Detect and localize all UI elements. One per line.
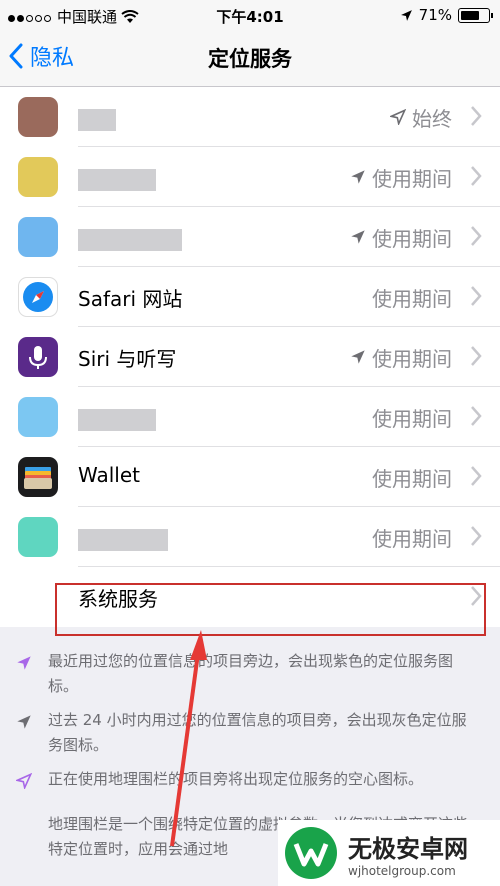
app-row[interactable]: 使用期间 bbox=[0, 147, 500, 207]
app-row[interactable]: 始终 bbox=[0, 87, 500, 147]
watermark-logo-icon bbox=[285, 827, 337, 879]
chevron-right-icon bbox=[471, 406, 482, 426]
app-name: Siri 与听写 bbox=[78, 347, 177, 371]
wallet-icon bbox=[18, 457, 58, 497]
app-location-value: 使用期间 bbox=[372, 287, 452, 311]
app-row-wallet[interactable]: Wallet 使用期间 bbox=[0, 447, 500, 507]
watermark-url: wjhotelgroup.com bbox=[348, 863, 456, 878]
status-right: 71% bbox=[400, 6, 493, 24]
compass-icon bbox=[18, 277, 58, 317]
chevron-right-icon bbox=[471, 526, 482, 546]
app-row-safari[interactable]: Safari 网站 使用期间 bbox=[0, 267, 500, 327]
app-icon bbox=[18, 397, 58, 437]
app-name: Wallet bbox=[78, 463, 141, 487]
app-location-value: 使用期间 bbox=[372, 467, 452, 491]
app-icon bbox=[18, 217, 58, 257]
chevron-right-icon bbox=[471, 346, 482, 366]
battery-icon bbox=[458, 7, 493, 23]
chevron-right-icon bbox=[471, 226, 482, 246]
app-name: Safari 网站 bbox=[78, 287, 183, 311]
app-row[interactable]: 使用期间 bbox=[0, 387, 500, 447]
app-location-value: 使用期间 bbox=[372, 527, 452, 551]
legend-outline: 正在使用地理围栏的项目旁将出现定位服务的空心图标。 bbox=[0, 767, 500, 792]
legend-purple: 最近用过您的位置信息的项目旁边，会出现紫色的定位服务图标。 bbox=[0, 649, 500, 699]
app-icon bbox=[18, 517, 58, 557]
app-row[interactable]: 使用期间 bbox=[0, 507, 500, 567]
location-arrow-icon bbox=[350, 166, 366, 190]
battery-percent: 71% bbox=[418, 6, 452, 24]
page-title: 定位服务 bbox=[208, 47, 292, 71]
app-location-value: 使用期间 bbox=[372, 407, 452, 431]
app-name-redacted bbox=[78, 529, 168, 551]
location-arrow-icon bbox=[350, 226, 366, 250]
app-name-redacted bbox=[78, 409, 156, 431]
app-icon bbox=[18, 97, 58, 137]
app-name-redacted bbox=[78, 229, 182, 251]
app-icon bbox=[18, 157, 58, 197]
chevron-right-icon bbox=[471, 286, 482, 306]
location-arrow-gray-icon bbox=[17, 715, 31, 729]
app-location-value: 使用期间 bbox=[350, 163, 452, 192]
location-arrow-icon bbox=[388, 106, 407, 130]
chevron-right-icon bbox=[471, 466, 482, 486]
legend-gray: 过去 24 小时内用过您的位置信息的项目旁，会出现灰色定位服务图标。 bbox=[0, 708, 500, 758]
location-arrow-outline-icon bbox=[16, 773, 32, 789]
nav-bar: 隐私 定位服务 bbox=[0, 30, 500, 87]
app-name-redacted bbox=[78, 109, 116, 131]
app-location-value: 使用期间 bbox=[350, 223, 452, 252]
chevron-right-icon bbox=[471, 106, 482, 126]
app-name-redacted bbox=[78, 169, 156, 191]
watermark-brand: 无极安卓网 bbox=[348, 834, 468, 863]
microphone-icon bbox=[18, 337, 58, 377]
highlight-box bbox=[55, 583, 486, 636]
app-location-value: 使用期间 bbox=[350, 343, 452, 372]
watermark: 无极安卓网 wjhotelgroup.com bbox=[278, 820, 500, 886]
app-location-value: 始终 bbox=[388, 103, 452, 132]
status-bar: 中国联通 下午4:01 71% bbox=[0, 0, 500, 30]
location-arrow-purple-icon bbox=[17, 656, 31, 670]
app-list: 始终 使用期间 使用期间 Safari 网站 使用期间 Siri 与听写 使用期… bbox=[0, 87, 500, 627]
location-arrow-icon bbox=[400, 9, 412, 21]
app-row-siri[interactable]: Siri 与听写 使用期间 bbox=[0, 327, 500, 387]
chevron-right-icon bbox=[471, 166, 482, 186]
app-row[interactable]: 使用期间 bbox=[0, 207, 500, 267]
location-arrow-icon bbox=[350, 346, 366, 370]
